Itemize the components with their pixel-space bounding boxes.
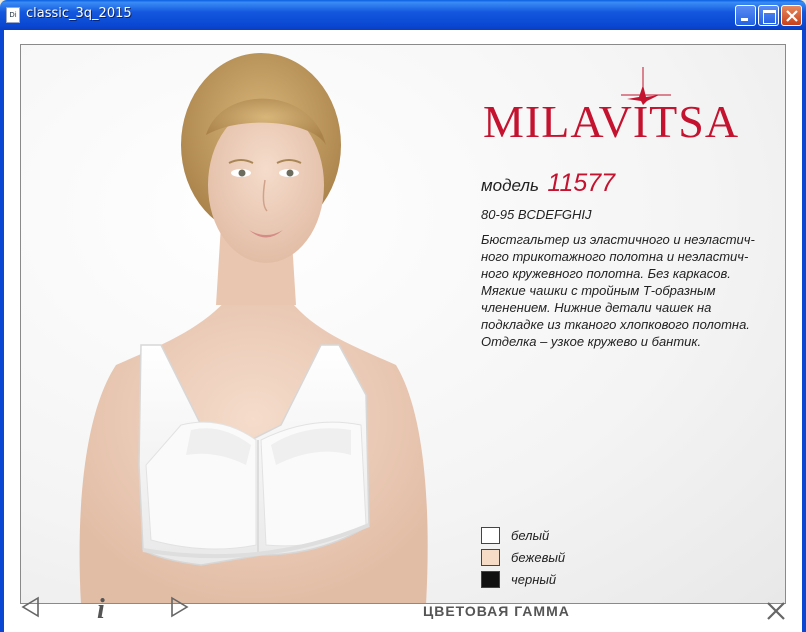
maximize-button[interactable] [758,5,779,26]
title-bar[interactable]: Di classic_3q_2015 [0,0,806,30]
model-label: модель [481,176,539,195]
brand-name: MILAVITSA [483,96,740,147]
description-line: членением. Нижние детали чашек на [481,300,712,315]
window-title: classic_3q_2015 [26,6,132,21]
triangle-right-icon [171,596,189,618]
catalog-spread: MILAVITSA модель 11577 80-95 BCDEFGHIJ Б… [20,44,786,604]
description-line: Бюстгальтер из эластичного и неэластич- [481,232,755,247]
color-name: бежевый [511,550,566,565]
description-line: ного кружевного полотна. Без каркасов. [481,266,731,281]
color-swatch[interactable] [481,527,500,544]
description-line: ного трикотажного полотна и неэластич- [481,249,749,264]
description-line: Мягкие чашки с тройным Т-образным [481,283,716,298]
product-description: Бюстгальтер из эластичного и неэластич- … [481,231,781,350]
close-window-button[interactable] [781,5,802,26]
section-title: ЦВЕТОВАЯ ГАММА [423,603,570,619]
next-page-button[interactable] [168,596,190,623]
triangle-left-icon [21,596,39,618]
description-line: подкладке из тканого хлопкового полотна. [481,317,750,332]
color-name: черный [511,572,557,587]
previous-page-button[interactable] [20,596,42,623]
minimize-button[interactable] [735,5,756,26]
window-frame-right [802,30,806,632]
model-number: 11577 [547,169,616,197]
size-range: 80-95 BCDEFGHIJ [481,207,592,222]
close-button[interactable] [765,600,787,627]
document-icon[interactable]: Di [6,7,20,23]
description-line: Отделка – узкое кружево и бантик. [481,334,702,349]
color-name: белый [511,528,550,543]
catalog-page: MILAVITSA модель 11577 80-95 BCDEFGHIJ Б… [4,30,802,632]
info-button[interactable]: i [97,594,105,626]
model-heading: модель 11577 [481,169,615,198]
close-icon [767,602,785,620]
color-swatch[interactable] [481,549,500,566]
close-icon [786,10,798,22]
color-swatch[interactable] [481,571,500,588]
model-photo [79,53,428,603]
